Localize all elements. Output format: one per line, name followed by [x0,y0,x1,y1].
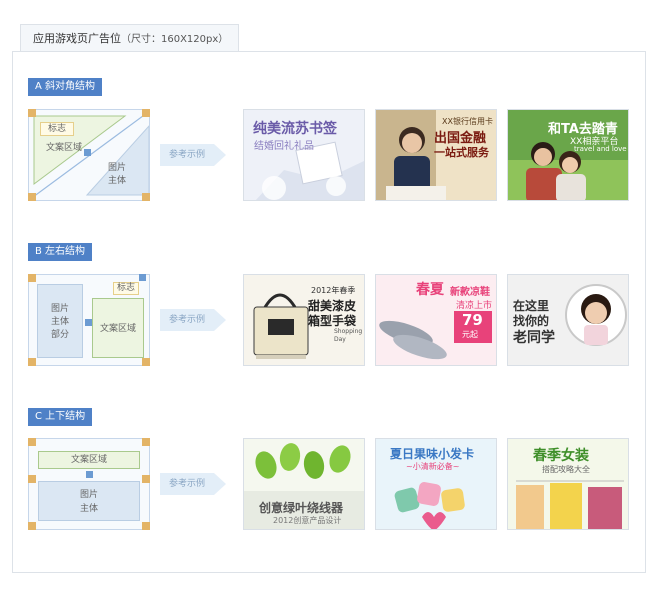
reference-example-label: 参考示例 [168,315,205,325]
image-area-label: 图片 主体 [38,481,140,521]
diagram-left-right: 图片 主体 部分 文案区域 标志 [28,274,150,366]
corner-marker [28,475,36,483]
example-c3-subtitle: 搭配攻略大全 [542,465,590,474]
example-a2-thumbnail[interactable]: XX银行信用卡 出国金融 一站式服务 [375,109,497,201]
image-area-label: 图片 主体 [99,162,135,188]
example-c1-subtitle: 2012创意产品设计 [273,516,342,525]
example-c3-title: 春季女装 [533,448,589,464]
reference-example-label: 参考示例 [168,479,205,489]
logo-marker [139,274,146,281]
example-a2-subtitle: 一站式服务 [434,146,489,159]
center-marker [86,471,93,478]
example-c2-thumbnail[interactable]: 夏日果味小发卡 ~小清新必备~ [375,438,497,530]
logo-placeholder: 标志 [40,122,74,136]
corner-marker [28,109,36,117]
image-label-line1: 图片 [107,163,126,173]
corner-marker [142,438,150,446]
corner-marker [28,522,36,530]
corner-marker [142,358,150,366]
tab-title: 应用游戏页广告位 [33,32,121,45]
corner-marker [28,193,36,201]
corner-marker [28,274,36,282]
image-label-line1: 图片 [50,304,69,314]
example-b1-thumbnail[interactable]: 2012年春季 甜美漆皮 箱型手袋 Shopping Day [243,274,365,366]
section-label-a: A 斜对角结构 [28,78,103,96]
center-marker [84,149,91,156]
example-b3-thumbnail[interactable]: 在这里 找你的 老同学 [507,274,629,366]
copy-area-label: 文案区域 [92,298,144,358]
diagram-top-bottom: 文案区域 图片 主体 [28,438,150,530]
example-a1-subtitle: 结婚回礼礼品 [254,141,314,152]
corner-marker [28,438,36,446]
corner-marker [142,475,150,483]
example-a1-title: 纯美流苏书签 [253,121,337,137]
example-a1-thumbnail[interactable]: 纯美流苏书签 结婚回礼礼品 [243,109,365,201]
corner-marker [142,522,150,530]
example-c1-title: 创意绿叶绕线器 [259,501,344,515]
corner-marker [28,358,36,366]
example-a3-thumbnail[interactable]: 和TA去踏青 XX相亲平台 travel and love [507,109,629,201]
example-a3-tagline: travel and love [574,145,627,153]
example-c2-title: 夏日果味小发卡 [390,447,475,461]
example-b3-title-line3: 老同学 [513,330,555,346]
example-b2-title-suffix: 新款凉鞋 [450,287,490,298]
image-label-line1: 图片 [79,490,98,500]
example-b2-thumbnail[interactable]: 春夏 新款凉鞋 清凉上市 79 元起 [375,274,497,366]
corner-marker [142,109,150,117]
logo-placeholder: 标志 [113,282,139,295]
example-b1-title-line2: 箱型手袋 [308,314,357,328]
image-area-label: 图片 主体 部分 [37,284,83,358]
example-b2-price-unit: 元起 [462,330,478,339]
example-a2-tag: XX银行信用卡 [442,117,493,126]
copy-area-label: 文案区域 [38,451,140,469]
example-b1-day: Day [334,336,346,343]
example-b1-tag: 2012年春季 [311,286,356,295]
example-b2-title: 春夏 [416,282,444,298]
image-label-line2: 主体 [79,504,98,514]
section-label-b: B 左右结构 [28,243,93,261]
reference-example-label: 参考示例 [168,150,205,160]
image-label-line2: 主体 [50,317,69,327]
example-c3-thumbnail[interactable]: 春季女装 搭配攻略大全 [507,438,629,530]
tab-header[interactable]: 应用游戏页广告位（尺寸：160X120px） [20,24,239,51]
example-b2-subtitle: 清凉上市 [456,301,493,311]
example-c1-thumbnail[interactable]: 创意绿叶绕线器 2012创意产品设计 [243,438,365,530]
example-b2-price: 79 [462,311,483,329]
corner-marker [142,193,150,201]
image-label-line3: 部分 [50,330,69,340]
copy-area-label: 文案区域 [45,143,82,153]
diagram-diagonal: 标志 文案区域 图片 主体 [28,109,150,201]
center-marker [85,319,92,326]
section-label-c: C 上下结构 [28,408,93,426]
example-b1-shopping: Shopping [334,328,363,335]
image-label-line2: 主体 [107,176,126,186]
example-c2-subtitle: ~小清新必备~ [406,462,460,471]
tab-dimensions: （尺寸：160X120px） [121,34,229,45]
